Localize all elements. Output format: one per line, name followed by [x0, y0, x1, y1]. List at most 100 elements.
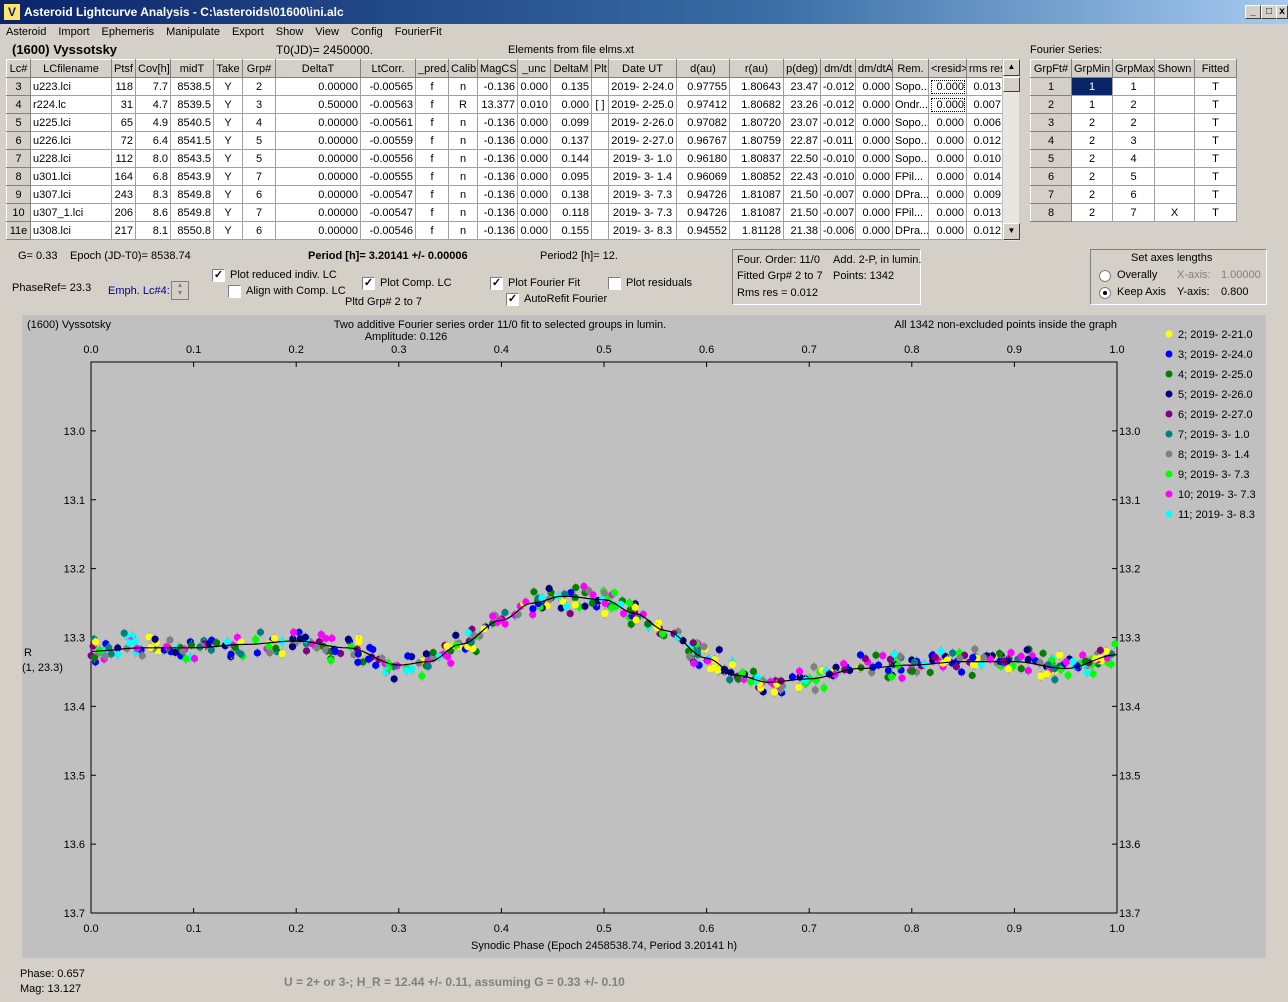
lc-cell[interactable]: 72 [111, 131, 136, 150]
fourier-column-header[interactable]: Shown [1154, 59, 1195, 78]
lc-cell[interactable]: 6.4 [135, 131, 171, 150]
lc-cell[interactable]: 0.50000 [275, 95, 361, 114]
lc-table-row[interactable]: 4 r224.lc 31 4.7 8539.5 Y 3 0.50000 -0.00563 f R 13… [6, 95, 1004, 114]
lc-cell[interactable]: 0.000 [855, 167, 893, 186]
fourier-cell[interactable]: T [1194, 185, 1237, 204]
lc-cell[interactable]: 1.81087 [729, 185, 784, 204]
lc-column-header[interactable]: r(au) [729, 59, 784, 78]
lc-cell[interactable]: 0.000 [855, 77, 893, 96]
lc-cell[interactable]: -0.006 [820, 221, 856, 240]
lc-cell[interactable]: -0.007 [820, 185, 856, 204]
menu-view[interactable]: View [309, 24, 345, 38]
fourier-cell[interactable]: 7 [1112, 203, 1155, 222]
lc-column-header[interactable]: Lc# [6, 59, 31, 78]
lc-cell[interactable]: Sopo... [892, 77, 929, 96]
lc-row-index[interactable]: 3 [6, 77, 31, 96]
lc-cell[interactable]: n [448, 113, 478, 132]
lc-cell[interactable]: Sopo... [892, 149, 929, 168]
lc-cell[interactable]: 243 [111, 185, 136, 204]
fourier-cell[interactable]: T [1194, 95, 1237, 114]
lc-column-header[interactable]: midT [170, 59, 214, 78]
lc-cell[interactable]: 0.00000 [275, 167, 361, 186]
fourier-row-index[interactable]: 6 [1030, 167, 1072, 186]
lc-cell[interactable]: 0.96767 [676, 131, 730, 150]
lc-cell[interactable]: 2019- 2-26.0 [608, 113, 677, 132]
lc-cell[interactable]: -0.136 [477, 77, 518, 96]
lc-cell[interactable]: 0.013 [966, 77, 1004, 96]
lc-cell[interactable]: Y [213, 221, 243, 240]
lc-cell[interactable]: Y [213, 203, 243, 222]
lc-table-row[interactable]: 6 u226.lci 72 6.4 8541.5 Y 5 0.00000 -0.00559 f n -… [6, 131, 1004, 150]
fourier-table-row[interactable]: 423 T [1030, 131, 1237, 150]
menu-fourierfit[interactable]: FourierFit [389, 24, 448, 38]
lc-cell[interactable]: 0.00000 [275, 77, 361, 96]
lc-cell[interactable]: 0.000 [928, 167, 967, 186]
menu-config[interactable]: Config [345, 24, 389, 38]
lc-cell[interactable]: -0.00563 [360, 95, 416, 114]
lc-cell[interactable]: 0.000 [855, 131, 893, 150]
menu-show[interactable]: Show [270, 24, 310, 38]
spinner-down-icon[interactable]: ▼ [172, 290, 188, 298]
lc-row-index[interactable]: 7 [6, 149, 31, 168]
lc-cell[interactable]: 8.1 [135, 221, 171, 240]
lc-cell[interactable]: 0.010 [966, 149, 1004, 168]
lc-column-header[interactable]: Cov[h] [135, 59, 171, 78]
lc-cell[interactable]: 4 [242, 113, 276, 132]
lc-cell[interactable]: FPil... [892, 203, 929, 222]
lc-column-header[interactable]: DeltaT [275, 59, 361, 78]
lc-cell[interactable]: 0.94726 [676, 185, 730, 204]
fourier-row-index[interactable]: 8 [1030, 203, 1072, 222]
lc-cell[interactable]: 1.81128 [729, 221, 784, 240]
lc-cell[interactable]: Y [213, 77, 243, 96]
lc-cell[interactable] [591, 77, 609, 96]
fourier-cell[interactable] [1154, 131, 1195, 150]
scroll-thumb[interactable] [1003, 77, 1020, 92]
spinner-up-icon[interactable]: ▲ [172, 282, 188, 290]
lc-cell[interactable]: 1.80837 [729, 149, 784, 168]
lc-cell[interactable]: -0.136 [477, 167, 518, 186]
lc-cell[interactable]: Y [213, 95, 243, 114]
lc-cell[interactable]: 0.155 [550, 221, 592, 240]
lc-cell[interactable]: u301.lci [30, 167, 112, 186]
fourier-cell[interactable] [1154, 113, 1195, 132]
lc-cell[interactable]: f [415, 95, 449, 114]
scroll-down-icon[interactable]: ▼ [1003, 223, 1020, 240]
lc-cell[interactable]: 22.87 [783, 131, 821, 150]
scroll-up-icon[interactable]: ▲ [1003, 59, 1020, 76]
lc-cell[interactable]: 0.000 [517, 167, 551, 186]
lc-cell[interactable]: 0.010 [517, 95, 551, 114]
lc-cell[interactable]: f [415, 149, 449, 168]
lc-cell[interactable]: -0.010 [820, 167, 856, 186]
fourier-table-row[interactable]: 111T [1030, 77, 1237, 96]
lc-cell[interactable]: 1.80852 [729, 167, 784, 186]
lc-cell[interactable]: 0.000 [517, 185, 551, 204]
lc-row-index[interactable]: 6 [6, 131, 31, 150]
lc-table-scrollbar[interactable]: ▲ ▼ [1002, 59, 1020, 241]
lc-cell[interactable]: 7 [242, 167, 276, 186]
lc-cell[interactable]: -0.012 [820, 77, 856, 96]
lc-cell[interactable]: 0.96069 [676, 167, 730, 186]
lc-cell[interactable]: 8.3 [135, 185, 171, 204]
fourier-cell[interactable]: 1 [1112, 77, 1155, 96]
lc-cell[interactable]: n [448, 167, 478, 186]
fourier-column-header[interactable]: Fitted [1194, 59, 1237, 78]
lc-cell[interactable]: 2019- 2-24.0 [608, 77, 677, 96]
lc-cell[interactable]: 0.00000 [275, 149, 361, 168]
lc-column-header[interactable]: Rem. [892, 59, 929, 78]
lc-cell[interactable]: 0.014 [966, 167, 1004, 186]
lc-cell[interactable]: 0.012 [966, 131, 1004, 150]
lc-cell[interactable]: -0.00555 [360, 167, 416, 186]
lc-cell[interactable]: 0.000 [517, 113, 551, 132]
fourier-cell[interactable]: 2 [1112, 113, 1155, 132]
fourier-cell[interactable] [1154, 95, 1195, 114]
lc-cell[interactable]: -0.007 [820, 203, 856, 222]
lc-cell[interactable]: 6.8 [135, 167, 171, 186]
y-axis-value[interactable]: 0.800 [1221, 286, 1249, 298]
lc-table-row[interactable]: 5 u225.lci 65 4.9 8540.5 Y 4 0.00000 -0.00561 f n -… [6, 113, 1004, 132]
fourier-table-row[interactable]: 827XT [1030, 203, 1237, 222]
lc-cell[interactable]: 206 [111, 203, 136, 222]
lc-cell[interactable]: 23.07 [783, 113, 821, 132]
lc-cell[interactable]: FPil... [892, 167, 929, 186]
lc-cell[interactable]: 6 [242, 185, 276, 204]
lc-cell[interactable]: 2019- 3- 7.3 [608, 203, 677, 222]
